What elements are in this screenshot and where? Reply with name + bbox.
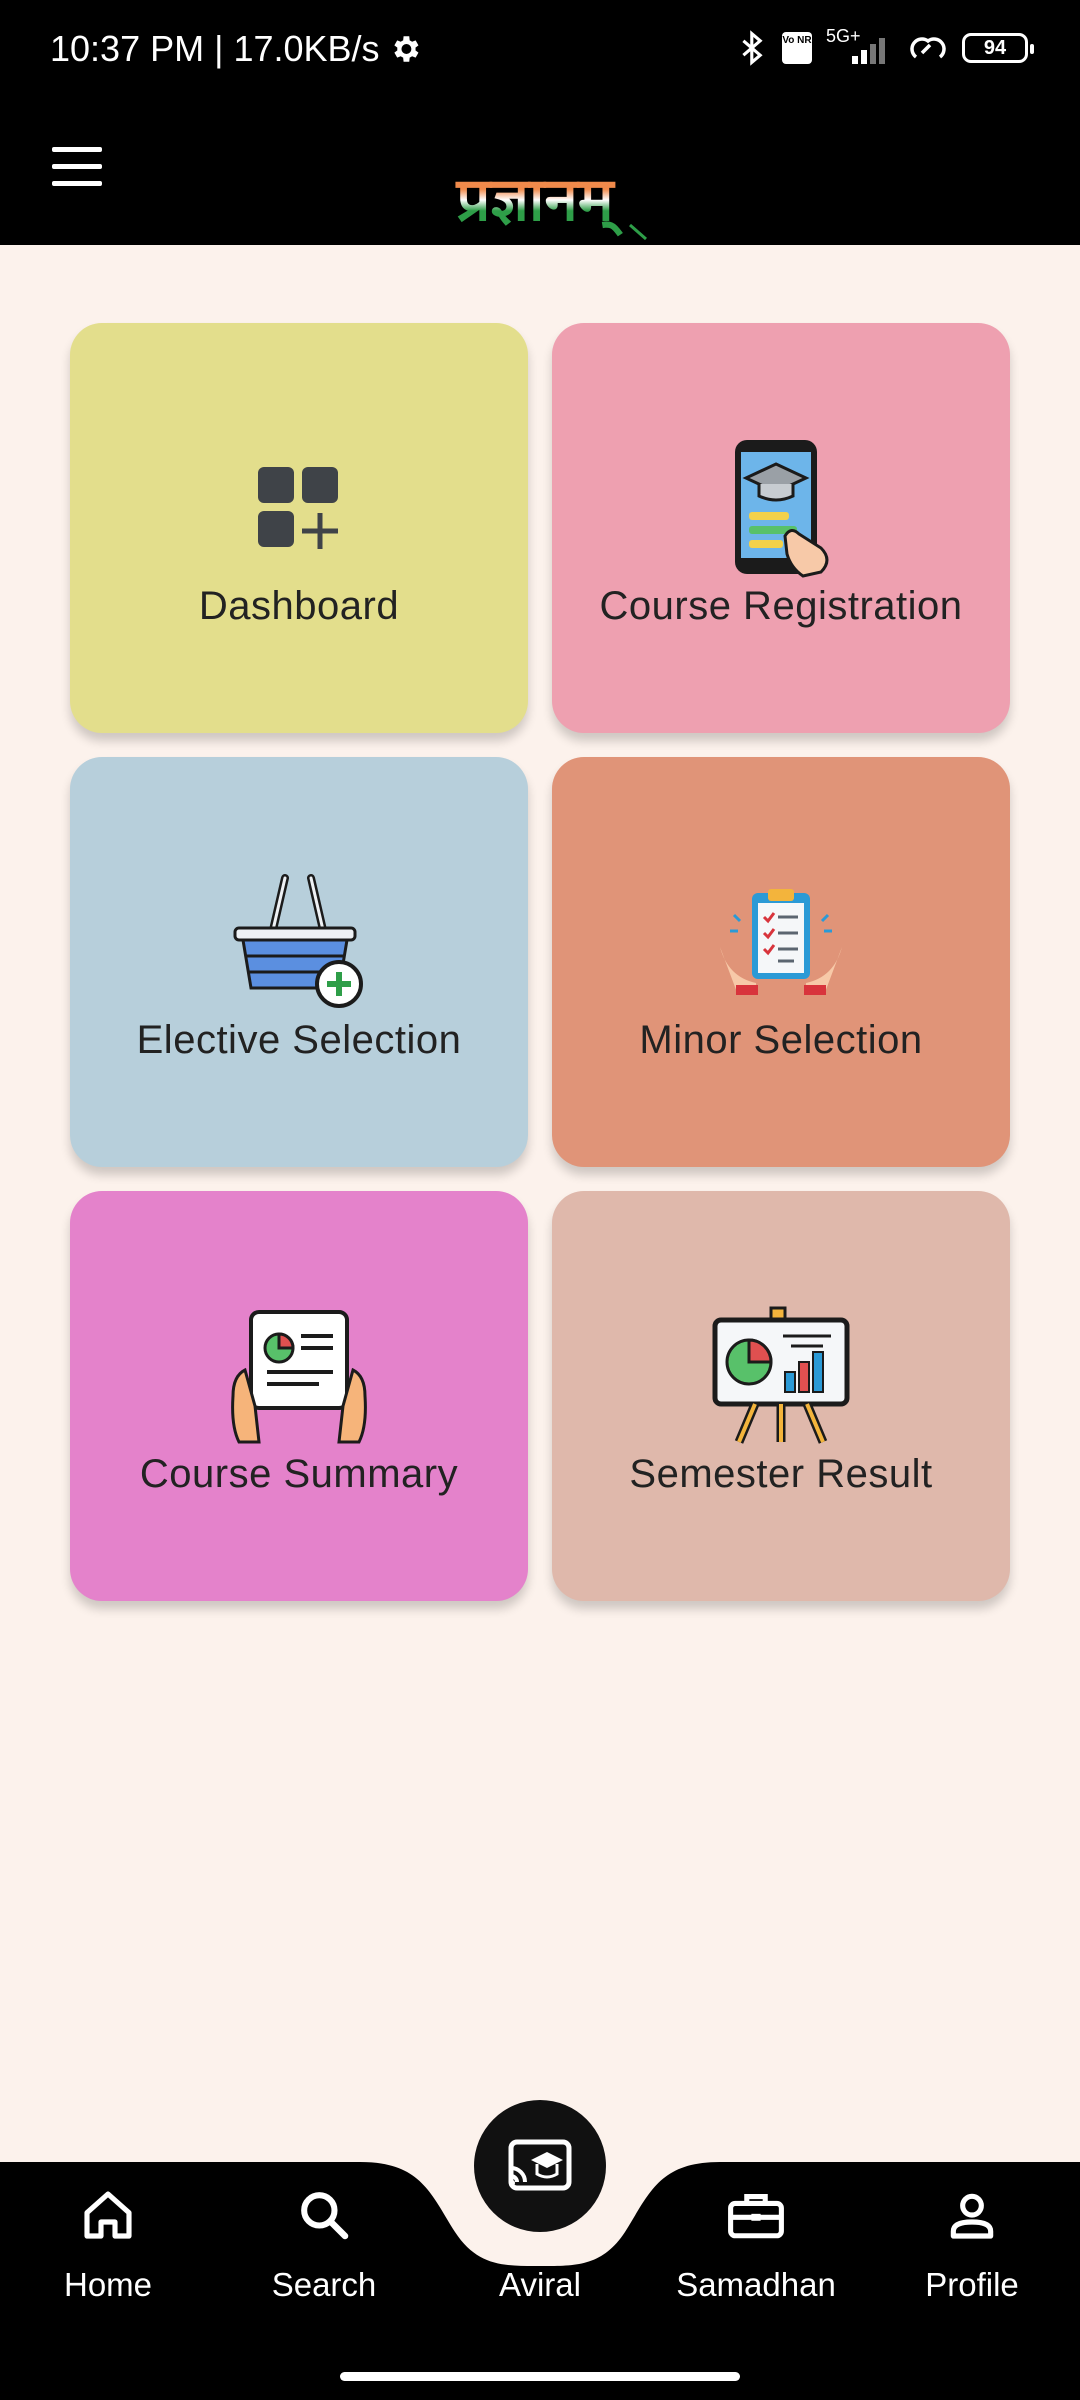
signal-indicator: 5G+ [826, 26, 894, 66]
link-loop-icon [910, 37, 946, 59]
gesture-home-indicator[interactable] [340, 2372, 740, 2381]
briefcase-icon [728, 2194, 784, 2239]
nav-label: Profile [925, 2266, 1019, 2303]
brand-underline [629, 223, 647, 241]
tile-course-registration[interactable]: Course Registration [552, 323, 1010, 733]
nav-label: Search [271, 2266, 377, 2303]
phone-graduation-icon [711, 438, 851, 578]
tile-elective-selection[interactable]: Elective Selection [70, 757, 528, 1167]
nav-label: Samadhan [676, 2266, 836, 2303]
nav-samadhan[interactable]: Samadhan [648, 2180, 864, 2304]
clipboard-checklist-icon [711, 872, 851, 1012]
presentation-board-icon [711, 1306, 851, 1446]
tile-label: Minor Selection [639, 1017, 923, 1062]
tile-label: Semester Result [629, 1451, 933, 1496]
nav-profile[interactable]: Profile [864, 2180, 1080, 2304]
tile-dashboard[interactable]: Dashboard [70, 323, 528, 733]
brand-logo: प्रज्ञानम् [425, 155, 645, 245]
person-icon [950, 2193, 994, 2239]
tile-semester-result[interactable]: Semester Result [552, 1191, 1010, 1601]
report-hands-icon [229, 1306, 369, 1446]
nav-aviral[interactable]: Aviral [432, 2180, 648, 2304]
tile-label: Course Registration [599, 583, 963, 628]
nav-home[interactable]: Home [0, 2180, 216, 2304]
tile-course-summary[interactable]: Course Summary [70, 1191, 528, 1601]
bluetooth-icon [742, 30, 763, 66]
tile-minor-selection[interactable]: Minor Selection [552, 757, 1010, 1167]
basket-add-icon [229, 872, 369, 1012]
volte-badge: Vo NR [782, 32, 812, 64]
battery-indicator: 94 [962, 33, 1034, 63]
nav-search[interactable]: Search [216, 2180, 432, 2304]
home-icon [84, 2191, 132, 2239]
dashboard-add-icon [229, 438, 369, 578]
tile-label: Elective Selection [136, 1017, 462, 1062]
app-bar: प्रज्ञानम् [0, 105, 1080, 245]
menu-hamburger-icon[interactable] [52, 147, 102, 187]
tile-label: Course Summary [139, 1451, 459, 1496]
settings-gear-icon [393, 36, 419, 62]
search-icon [301, 2192, 349, 2240]
tile-label: Dashboard [198, 583, 400, 628]
status-bar: 10:37 PM | 17.0KB/s Vo NR 5G+ 94 [0, 0, 1080, 105]
signal-bars-icon [852, 38, 885, 64]
nav-label: Home [63, 2266, 153, 2303]
status-right: Vo NR 5G+ 94 [738, 26, 1034, 66]
feature-grid: Dashboard Course Registration Elective S… [70, 323, 1010, 1601]
nav-label: Aviral [499, 2266, 581, 2303]
status-left: 10:37 PM | 17.0KB/s [50, 28, 422, 70]
status-time-speed: 10:37 PM | 17.0KB/s [50, 28, 380, 69]
